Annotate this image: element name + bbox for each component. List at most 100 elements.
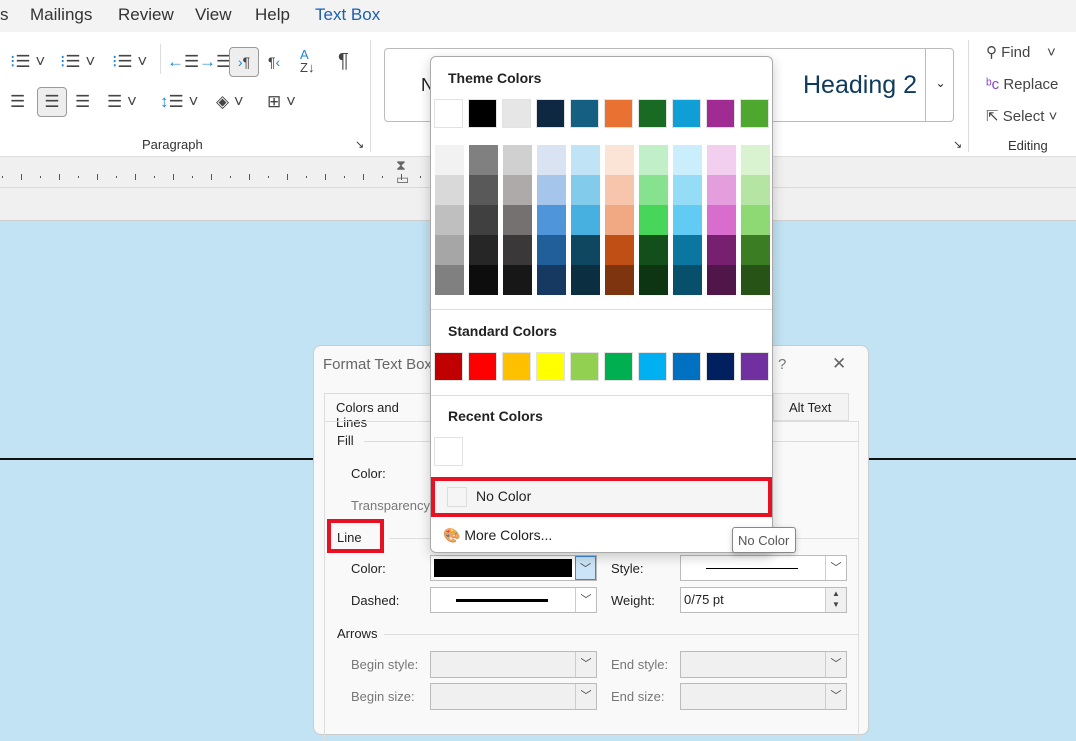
standard-color-swatch[interactable]	[468, 352, 497, 381]
decrease-indent-icon[interactable]: ←☰	[167, 52, 199, 72]
theme-shade-swatch[interactable]	[707, 145, 736, 175]
standard-color-swatch[interactable]	[706, 352, 735, 381]
standard-color-swatch[interactable]	[740, 352, 769, 381]
tab-review[interactable]: Review	[118, 5, 174, 25]
select-button[interactable]: ⇱ Select ˅	[986, 107, 1057, 127]
theme-shade-swatch[interactable]	[707, 175, 736, 205]
tab-text-box[interactable]: Text Box	[315, 5, 380, 25]
theme-shade-swatch[interactable]	[503, 175, 532, 205]
theme-color-swatch[interactable]	[468, 99, 497, 128]
close-button[interactable]: ✕	[832, 354, 846, 374]
theme-shade-swatch[interactable]	[605, 235, 634, 265]
theme-shade-swatch[interactable]	[741, 175, 770, 205]
no-color-option[interactable]: No Color	[431, 477, 772, 517]
end-style-dropdown[interactable]: ﹀	[680, 651, 847, 678]
chevron-down-icon[interactable]: ﹀	[825, 684, 846, 709]
rtl-paragraph-icon[interactable]: ¶‹	[268, 52, 280, 72]
theme-shade-swatch[interactable]	[673, 265, 702, 295]
indent-marker-icon[interactable]: ⧗ ▭	[396, 158, 409, 186]
theme-shade-swatch[interactable]	[707, 265, 736, 295]
tab-view[interactable]: View	[195, 5, 232, 25]
theme-shade-swatch[interactable]	[741, 235, 770, 265]
theme-shade-swatch[interactable]	[673, 145, 702, 175]
theme-color-swatch[interactable]	[604, 99, 633, 128]
borders-icon[interactable]: ⊞ ˅	[267, 92, 296, 112]
theme-shade-swatch[interactable]	[435, 235, 464, 265]
theme-shade-swatch[interactable]	[469, 145, 498, 175]
theme-shade-swatch[interactable]	[503, 145, 532, 175]
theme-shade-swatch[interactable]	[537, 175, 566, 205]
theme-shade-swatch[interactable]	[503, 205, 532, 235]
chevron-down-icon[interactable]: ﹀	[575, 684, 596, 709]
tab-alt-text[interactable]: Alt Text	[773, 393, 849, 421]
theme-shade-swatch[interactable]	[469, 175, 498, 205]
chevron-down-icon[interactable]: ﹀	[575, 652, 596, 677]
theme-shade-swatch[interactable]	[435, 205, 464, 235]
standard-color-swatch[interactable]	[570, 352, 599, 381]
theme-color-swatch[interactable]	[638, 99, 667, 128]
theme-shade-swatch[interactable]	[503, 235, 532, 265]
more-colors-option[interactable]: 🎨 More Colors...	[443, 527, 552, 544]
theme-shade-swatch[interactable]	[571, 175, 600, 205]
theme-shade-swatch[interactable]	[605, 175, 634, 205]
theme-shade-swatch[interactable]	[741, 145, 770, 175]
line-style-dropdown[interactable]: ﹀	[680, 555, 847, 581]
bullets-icon[interactable]: ⁝☰ ˅	[10, 52, 45, 72]
standard-color-swatch[interactable]	[604, 352, 633, 381]
theme-shade-swatch[interactable]	[435, 265, 464, 295]
theme-color-swatch[interactable]	[536, 99, 565, 128]
line-spacing-icon[interactable]: ↕☰ ˅	[160, 92, 198, 112]
standard-color-swatch[interactable]	[434, 352, 463, 381]
theme-shade-swatch[interactable]	[605, 205, 634, 235]
begin-style-dropdown[interactable]: ﹀	[430, 651, 597, 678]
align-left-icon[interactable]: ☰	[10, 92, 25, 112]
align-right-icon[interactable]: ☰	[75, 92, 90, 112]
end-size-dropdown[interactable]: ﹀	[680, 683, 847, 710]
weight-spinner[interactable]: ▲ ▼	[825, 588, 846, 612]
theme-shade-swatch[interactable]	[435, 145, 464, 175]
theme-shade-swatch[interactable]	[537, 265, 566, 295]
replace-button[interactable]: ᵇc Replace	[986, 75, 1058, 95]
tab-help[interactable]: Help	[255, 5, 290, 25]
theme-shade-swatch[interactable]	[435, 175, 464, 205]
theme-shade-swatch[interactable]	[673, 235, 702, 265]
tab-partial[interactable]: s	[0, 5, 9, 25]
theme-color-swatch[interactable]	[434, 99, 463, 128]
theme-shade-swatch[interactable]	[503, 265, 532, 295]
theme-shade-swatch[interactable]	[571, 265, 600, 295]
increase-indent-icon[interactable]: →☰	[199, 52, 231, 72]
theme-shade-swatch[interactable]	[469, 235, 498, 265]
theme-color-swatch[interactable]	[502, 99, 531, 128]
theme-shade-swatch[interactable]	[639, 175, 668, 205]
find-button[interactable]: ⚲ Find ˅	[986, 43, 1056, 63]
ltr-paragraph-icon[interactable]: ›¶	[229, 47, 259, 77]
multilevel-list-icon[interactable]: ⁝☰ ˅	[112, 52, 147, 72]
line-color-dropdown[interactable]: ﹀	[430, 555, 597, 581]
sort-icon[interactable]: A Z↓	[300, 48, 314, 74]
theme-shade-swatch[interactable]	[469, 205, 498, 235]
weight-input[interactable]: 0/75 pt ▲ ▼	[680, 587, 847, 613]
theme-shade-swatch[interactable]	[741, 265, 770, 295]
theme-shade-swatch[interactable]	[605, 265, 634, 295]
theme-shade-swatch[interactable]	[605, 145, 634, 175]
styles-more-icon[interactable]: ⌄	[925, 48, 955, 122]
theme-shade-swatch[interactable]	[537, 205, 566, 235]
theme-shade-swatch[interactable]	[639, 205, 668, 235]
chevron-down-icon[interactable]: ﹀	[575, 588, 596, 612]
theme-shade-swatch[interactable]	[673, 205, 702, 235]
theme-shade-swatch[interactable]	[469, 265, 498, 295]
theme-shade-swatch[interactable]	[707, 205, 736, 235]
styles-dialog-launcher-icon[interactable]: ↘	[953, 138, 962, 151]
help-button[interactable]: ?	[778, 356, 786, 373]
standard-color-swatch[interactable]	[638, 352, 667, 381]
chevron-down-icon[interactable]: ﹀	[825, 556, 846, 580]
theme-shade-swatch[interactable]	[537, 145, 566, 175]
theme-shade-swatch[interactable]	[639, 145, 668, 175]
theme-shade-swatch[interactable]	[707, 235, 736, 265]
theme-shade-swatch[interactable]	[537, 235, 566, 265]
standard-color-swatch[interactable]	[672, 352, 701, 381]
recent-color-swatch[interactable]	[434, 437, 463, 466]
theme-color-swatch[interactable]	[672, 99, 701, 128]
theme-color-swatch[interactable]	[706, 99, 735, 128]
theme-shade-swatch[interactable]	[571, 235, 600, 265]
